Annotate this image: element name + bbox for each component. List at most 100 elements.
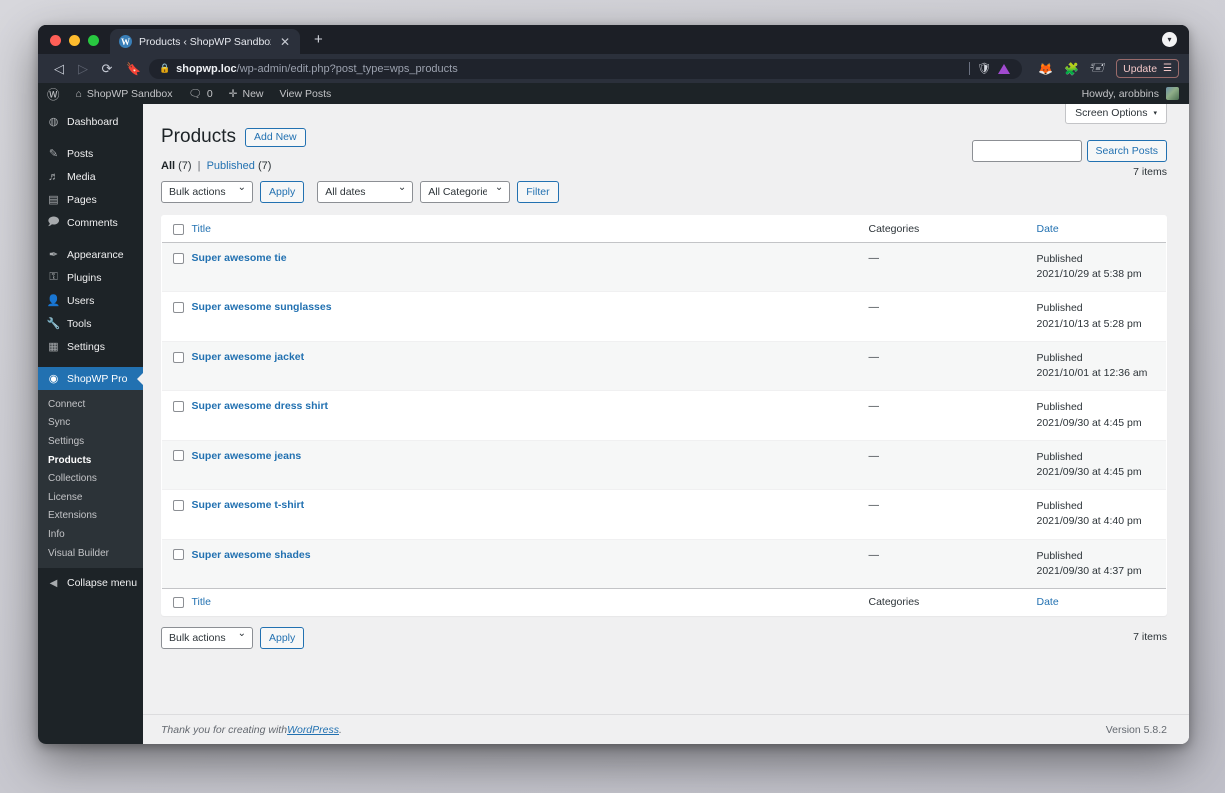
admin-bar-comments[interactable]: 🗨 0 — [180, 83, 220, 104]
column-header-date[interactable]: Date — [1036, 216, 1166, 243]
table-row[interactable]: Super awesome shades — Published 2021/09… — [162, 538, 1166, 589]
submenu-item-settings[interactable]: Settings — [38, 432, 143, 451]
submenu-item-license[interactable]: License — [38, 488, 143, 507]
row-checkbox[interactable] — [173, 499, 184, 511]
address-bar[interactable]: 🔒 shopwp.loc/wp-admin/edit.php?post_type… — [148, 58, 1023, 79]
admin-bar-site-name[interactable]: ⌂ ShopWP Sandbox — [68, 83, 181, 104]
sidebar-item-pages[interactable]: ▤ Pages — [38, 188, 143, 211]
date-filter-select[interactable]: All dates — [317, 181, 414, 203]
sidebar-item-users[interactable]: 👤 Users — [38, 289, 143, 312]
table-body: Super awesome tie — Published 2021/10/29… — [162, 241, 1166, 589]
submenu-item-sync[interactable]: Sync — [38, 414, 143, 433]
forward-button[interactable]: ▷ — [72, 58, 94, 80]
chevron-down-circle-icon[interactable]: ▾ — [1162, 32, 1177, 47]
update-button[interactable]: Update ☰ — [1116, 59, 1179, 78]
table-row[interactable]: Super awesome jacket — Published 2021/10… — [162, 340, 1166, 391]
admin-bar-new[interactable]: ✛ New — [221, 83, 272, 104]
product-title-link[interactable]: Super awesome jeans — [192, 450, 302, 462]
table-row[interactable]: Super awesome t-shirt — Published 2021/0… — [162, 489, 1166, 540]
sidebar-item-settings[interactable]: ▦ Settings — [38, 335, 143, 358]
table-row[interactable]: Super awesome jeans — Published 2021/09/… — [162, 439, 1166, 490]
new-tab-button[interactable]: + — [300, 32, 323, 54]
triangle-extension-icon[interactable] — [998, 63, 1011, 74]
submenu-item-collections[interactable]: Collections — [38, 469, 143, 488]
sort-title-link-footer[interactable]: Title — [192, 596, 211, 608]
hamburger-icon[interactable]: ☰ — [1163, 63, 1172, 74]
row-checkbox[interactable] — [173, 302, 184, 314]
row-checkbox[interactable] — [173, 549, 184, 561]
submenu-item-visual-builder[interactable]: Visual Builder — [38, 544, 143, 563]
wordpress-logo-icon[interactable]: Ⓦ — [38, 84, 68, 103]
sort-date-link[interactable]: Date — [1037, 223, 1059, 235]
search-posts-button[interactable]: Search Posts — [1086, 140, 1167, 162]
sidebar-item-comments[interactable]: 🗩 Comments — [38, 211, 143, 234]
apply-button-top[interactable]: Apply — [260, 181, 305, 203]
row-title-cell: Super awesome dress shirt — [191, 390, 869, 441]
sort-date-link-footer[interactable]: Date — [1037, 596, 1059, 608]
sidebar-item-label: Pages — [67, 193, 97, 206]
select-all-checkbox-footer[interactable] — [173, 596, 184, 608]
submenu-item-info[interactable]: Info — [38, 525, 143, 544]
search-input[interactable] — [971, 140, 1082, 162]
puzzle-extension-icon[interactable]: 🧩 — [1064, 62, 1079, 76]
bulk-actions-select-bottom[interactable]: Bulk actions — [161, 627, 253, 650]
maximize-window-button[interactable] — [88, 35, 99, 46]
product-title-link[interactable]: Super awesome t-shirt — [192, 499, 305, 511]
reload-button[interactable]: ⟳ — [96, 58, 118, 80]
fox-extension-icon[interactable]: 🦊 — [1038, 62, 1053, 76]
admin-bar-view-posts[interactable]: View Posts — [272, 83, 340, 104]
row-checkbox[interactable] — [173, 450, 184, 462]
profile-card-icon[interactable]: 🖅 — [1090, 58, 1105, 79]
brave-shield-icon[interactable]: 🛡 — [977, 62, 991, 75]
submenu-item-connect[interactable]: Connect — [38, 395, 143, 414]
filter-button[interactable]: Filter — [517, 181, 559, 203]
column-footer-date[interactable]: Date — [1036, 588, 1166, 616]
row-title-cell: Super awesome jacket — [191, 340, 869, 391]
dashboard-icon: ◍ — [48, 116, 59, 128]
close-window-button[interactable] — [50, 35, 61, 46]
column-footer-title[interactable]: Title — [191, 588, 869, 616]
screen-options-button[interactable]: Screen Options ▾ — [1065, 104, 1167, 124]
product-title-link[interactable]: Super awesome tie — [192, 252, 287, 264]
pages-icon: ▤ — [48, 194, 59, 206]
submenu-item-extensions[interactable]: Extensions — [38, 507, 143, 526]
sidebar-item-media[interactable]: ♬ Media — [38, 165, 143, 188]
sidebar-item-dashboard[interactable]: ◍ Dashboard — [38, 110, 143, 133]
extension-icons: 🦊 🧩 🖅 — [1028, 58, 1105, 79]
submenu-item-products[interactable]: Products — [38, 451, 143, 470]
product-title-link[interactable]: Super awesome jacket — [192, 351, 305, 363]
select-all-checkbox[interactable] — [173, 223, 184, 235]
row-date: 2021/09/30 at 4:45 pm — [1036, 465, 1142, 478]
browser-tab[interactable]: W Products ‹ ShopWP Sandbox — ✕ — [110, 29, 300, 54]
add-new-button[interactable]: Add New — [244, 127, 306, 147]
bookmark-icon[interactable]: 🔖 — [126, 62, 141, 76]
collapse-menu-button[interactable]: ◀ Collapse menu — [38, 571, 143, 595]
table-row[interactable]: Super awesome sunglasses — Published 202… — [162, 291, 1166, 342]
column-header-title[interactable]: Title — [191, 216, 869, 243]
row-checkbox[interactable] — [173, 401, 184, 413]
table-row[interactable]: Super awesome dress shirt — Published 20… — [162, 390, 1166, 441]
back-button[interactable]: ◁ — [48, 58, 70, 80]
minimize-window-button[interactable] — [69, 35, 80, 46]
sidebar-item-shopwp-pro[interactable]: ◉ ShopWP Pro — [38, 367, 143, 390]
product-title-link[interactable]: Super awesome dress shirt — [192, 400, 329, 412]
row-status: Published — [1036, 351, 1083, 364]
category-filter-select[interactable]: All Categories — [420, 181, 511, 203]
apply-button-bottom[interactable]: Apply — [260, 627, 305, 650]
sidebar-item-tools[interactable]: 🔧 Tools — [38, 312, 143, 335]
admin-bar-account[interactable]: Howdy, arobbins — [1082, 87, 1189, 100]
sort-title-link[interactable]: Title — [192, 223, 211, 235]
row-checkbox[interactable] — [173, 351, 184, 363]
sidebar-item-posts[interactable]: ✎ Posts — [38, 142, 143, 165]
sidebar-item-plugins[interactable]: ⚿ Plugins — [38, 266, 143, 289]
wordpress-link[interactable]: WordPress — [287, 724, 339, 736]
close-tab-icon[interactable]: ✕ — [278, 36, 292, 48]
row-checkbox[interactable] — [173, 252, 184, 264]
filter-link-published[interactable]: Published — [207, 160, 255, 172]
product-title-link[interactable]: Super awesome sunglasses — [192, 301, 332, 313]
bulk-actions-select-top[interactable]: Bulk actions — [161, 181, 253, 203]
sidebar-item-appearance[interactable]: ✒ Appearance — [38, 243, 143, 266]
filter-link-all[interactable]: All — [161, 160, 175, 172]
table-row[interactable]: Super awesome tie — Published 2021/10/29… — [162, 241, 1166, 292]
product-title-link[interactable]: Super awesome shades — [192, 549, 311, 561]
